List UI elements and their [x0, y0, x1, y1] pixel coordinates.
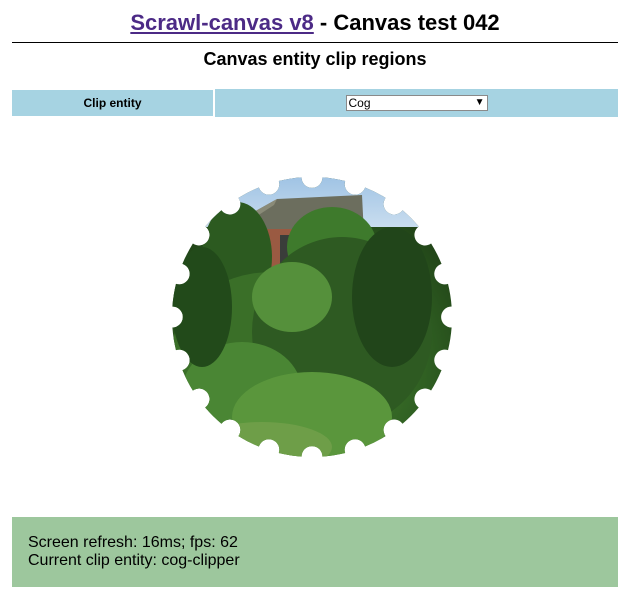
chevron-down-icon: ▼: [474, 97, 485, 108]
page-title-suffix: - Canvas test 042: [313, 10, 500, 35]
status-clip-entity: Current clip entity: cog-clipper: [28, 552, 240, 569]
page-title: Scrawl-canvas v8 - Canvas test 042: [12, 9, 618, 37]
demo-canvas[interactable]: [12, 117, 618, 517]
status-refresh: Screen refresh: 16ms; fps: 62: [28, 534, 238, 551]
canvas-svg: [172, 177, 452, 457]
clip-entity-label: Clip entity: [12, 90, 213, 116]
scrawl-canvas-link[interactable]: Scrawl-canvas v8: [130, 10, 313, 35]
clip-entity-select[interactable]: Cog ▼: [345, 95, 488, 111]
clip-entity-selected-value: Cog: [348, 96, 371, 110]
status-panel: Screen refresh: 16ms; fps: 62 Current cl…: [12, 517, 618, 587]
controls-table: Clip entity Cog ▼: [12, 89, 618, 117]
cog-clipped-photo: [172, 177, 452, 457]
page-subtitle: Canvas entity clip regions: [203, 49, 427, 69]
header-divider: [12, 42, 618, 43]
clip-entity-cell: Cog ▼: [215, 89, 618, 117]
